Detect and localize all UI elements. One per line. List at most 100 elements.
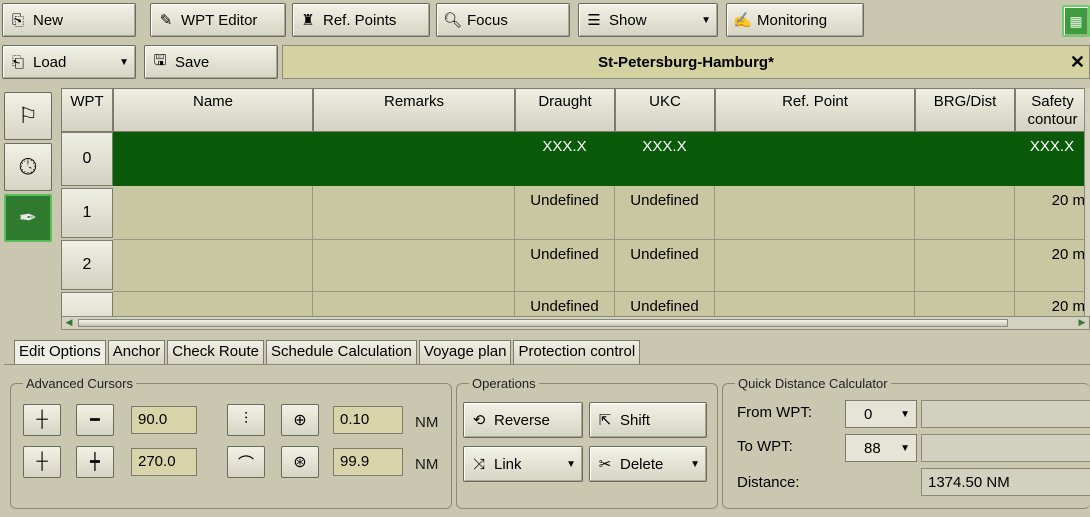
route-tool-button[interactable]: ⚐ [4, 92, 52, 140]
cell-ref-point[interactable] [715, 292, 915, 316]
load-dropdown[interactable]: ⎗ Load ▼ [2, 45, 136, 79]
close-icon[interactable]: ✕ [1070, 52, 1085, 73]
tab-check-route[interactable]: Check Route [167, 340, 264, 364]
cell-safety[interactable]: 20 m [1015, 186, 1090, 240]
bearing-value-1[interactable]: 90.0 [131, 406, 197, 434]
vertical-scrollbar[interactable] [1084, 88, 1090, 316]
row-header[interactable]: 3 [61, 292, 113, 316]
clock-icon: 🕓︎ [19, 154, 37, 179]
cell-ukc[interactable]: Undefined [615, 186, 715, 240]
new-route-icon: ⎘ [11, 11, 24, 29]
cell-brg-dist[interactable] [915, 292, 1015, 316]
bearing-cursor-west-button[interactable]: ┿ [76, 446, 114, 478]
cell-safety[interactable]: 20 m [1015, 240, 1090, 292]
col-header-brg-dist[interactable]: BRG/Dist [915, 88, 1015, 132]
chevron-down-icon: ▼ [900, 409, 910, 420]
col-header-draught[interactable]: Draught [515, 88, 615, 132]
row-header[interactable]: 2 [61, 240, 113, 290]
quick-distance-group: Quick Distance Calculator From WPT: 0 ▼ … [722, 376, 1090, 509]
floppy-icon: 🖫 [153, 51, 167, 69]
bearing-cursor-north-button[interactable]: ┼ [23, 404, 61, 436]
col-header-ref-point[interactable]: Ref. Point [715, 88, 915, 132]
col-header-wpt[interactable]: WPT [61, 88, 113, 132]
monitoring-button[interactable]: ✍ Monitoring [726, 3, 864, 37]
horizontal-scrollbar[interactable]: ◀ ▶ [61, 316, 1090, 330]
new-button[interactable]: ⎘ New [2, 3, 136, 37]
cell-brg-dist[interactable] [915, 132, 1015, 186]
cell-ref-point[interactable] [715, 132, 915, 186]
cell-name[interactable] [113, 292, 313, 316]
cell-remarks[interactable] [313, 186, 515, 240]
from-wpt-label: From WPT: [737, 404, 812, 421]
cell-draught[interactable]: XXX.X [515, 132, 615, 186]
tab-edit-options[interactable]: Edit Options [14, 340, 106, 364]
circle-star-icon: ⊛ [293, 454, 307, 471]
shift-button[interactable]: ⇱ Shift [589, 402, 707, 438]
scroll-right-icon[interactable]: ▶ [1075, 317, 1089, 329]
cell-draught[interactable]: Undefined [515, 186, 615, 240]
cell-name[interactable] [113, 186, 313, 240]
cell-draught[interactable]: Undefined [515, 240, 615, 292]
to-wpt-select[interactable]: 88 ▼ [845, 434, 917, 462]
wpt-editor-button[interactable]: ✎ WPT Editor [150, 3, 286, 37]
bearing-cursor-east-button[interactable]: ━ [76, 404, 114, 436]
cursor-curve-button[interactable]: ⌒ [227, 446, 265, 478]
cell-remarks[interactable] [313, 240, 515, 292]
bearing-value-2[interactable]: 270.0 [131, 448, 197, 476]
bearing-cursor-south-button[interactable]: ┼ [23, 446, 61, 478]
col-header-safety[interactable]: Safety contour [1015, 88, 1090, 132]
to-wpt-label: To WPT: [737, 438, 793, 455]
cursor-target-button[interactable]: ⊕ [281, 404, 319, 436]
edit-tool-button[interactable]: ✒ [4, 194, 52, 242]
cell-name[interactable] [113, 240, 313, 292]
shift-icon: ⇱ [598, 412, 612, 429]
col-header-remarks[interactable]: Remarks [313, 88, 515, 132]
col-header-name[interactable]: Name [113, 88, 313, 132]
row-header[interactable]: 1 [61, 188, 113, 238]
show-dropdown[interactable]: ☰ Show ▼ [578, 3, 718, 37]
distance-value-1[interactable]: 0.10 [333, 406, 403, 434]
tab-schedule-calculation[interactable]: Schedule Calculation [265, 340, 417, 364]
cell-brg-dist[interactable] [915, 240, 1015, 292]
cell-safety[interactable]: 20 m [1015, 292, 1090, 316]
cursor-range-button[interactable]: ⫶ [227, 404, 265, 436]
row-header[interactable]: 0 [61, 132, 113, 186]
focus-button[interactable]: 🔍︎ Focus [436, 3, 570, 37]
cell-remarks[interactable] [313, 292, 515, 316]
chevron-down-icon: ▼ [119, 56, 129, 68]
reverse-button[interactable]: ⟲ Reverse [463, 402, 583, 438]
monitoring-icon: ✍ [733, 12, 752, 29]
cursor-circle-button[interactable]: ⊛ [281, 446, 319, 478]
cell-brg-dist[interactable] [915, 186, 1015, 240]
cell-safety[interactable]: XXX.X [1015, 132, 1090, 186]
advanced-cursors-group: Advanced Cursors ┼ ━ 90.0 ⫶ ⊕ 0.10 NM ┼ … [10, 376, 452, 509]
delete-dropdown[interactable]: ✂ Delete ▼ [589, 446, 707, 482]
distance-value-2[interactable]: 99.9 [333, 448, 403, 476]
link-icon: ⤨ [472, 455, 485, 473]
scroll-left-icon[interactable]: ◀ [62, 317, 76, 329]
cell-ukc[interactable]: Undefined [615, 292, 715, 316]
grid-toggle-button[interactable]: ▦ [1062, 5, 1090, 37]
ref-points-button[interactable]: ♜ Ref. Points [292, 3, 430, 37]
tab-voyage-plan[interactable]: Voyage plan [418, 340, 512, 364]
curve-icon: ⌒ [237, 456, 254, 473]
cell-remarks[interactable] [313, 132, 515, 186]
cell-ukc[interactable]: XXX.X [615, 132, 715, 186]
tab-protection-control[interactable]: Protection control [513, 340, 641, 364]
link-dropdown[interactable]: ⤨ Link ▼ [463, 446, 583, 482]
scrollbar-thumb[interactable] [78, 319, 1008, 327]
cursor-vertical-icon: ┼ [36, 411, 48, 428]
chevron-down-icon: ▼ [900, 443, 910, 454]
cell-name[interactable] [113, 132, 313, 186]
cell-ref-point[interactable] [715, 186, 915, 240]
col-header-ukc[interactable]: UKC [615, 88, 715, 132]
cell-ref-point[interactable] [715, 240, 915, 292]
from-wpt-select[interactable]: 0 ▼ [845, 400, 917, 428]
cell-ukc[interactable]: Undefined [615, 240, 715, 292]
distance-result: 1374.50 NM [921, 468, 1090, 496]
schedule-tool-button[interactable]: 🕓︎ [4, 143, 52, 191]
tab-anchor[interactable]: Anchor [107, 340, 166, 364]
save-button[interactable]: 🖫 Save [144, 45, 278, 79]
operations-title: Operations [469, 376, 539, 391]
cell-draught[interactable]: Undefined [515, 292, 615, 316]
